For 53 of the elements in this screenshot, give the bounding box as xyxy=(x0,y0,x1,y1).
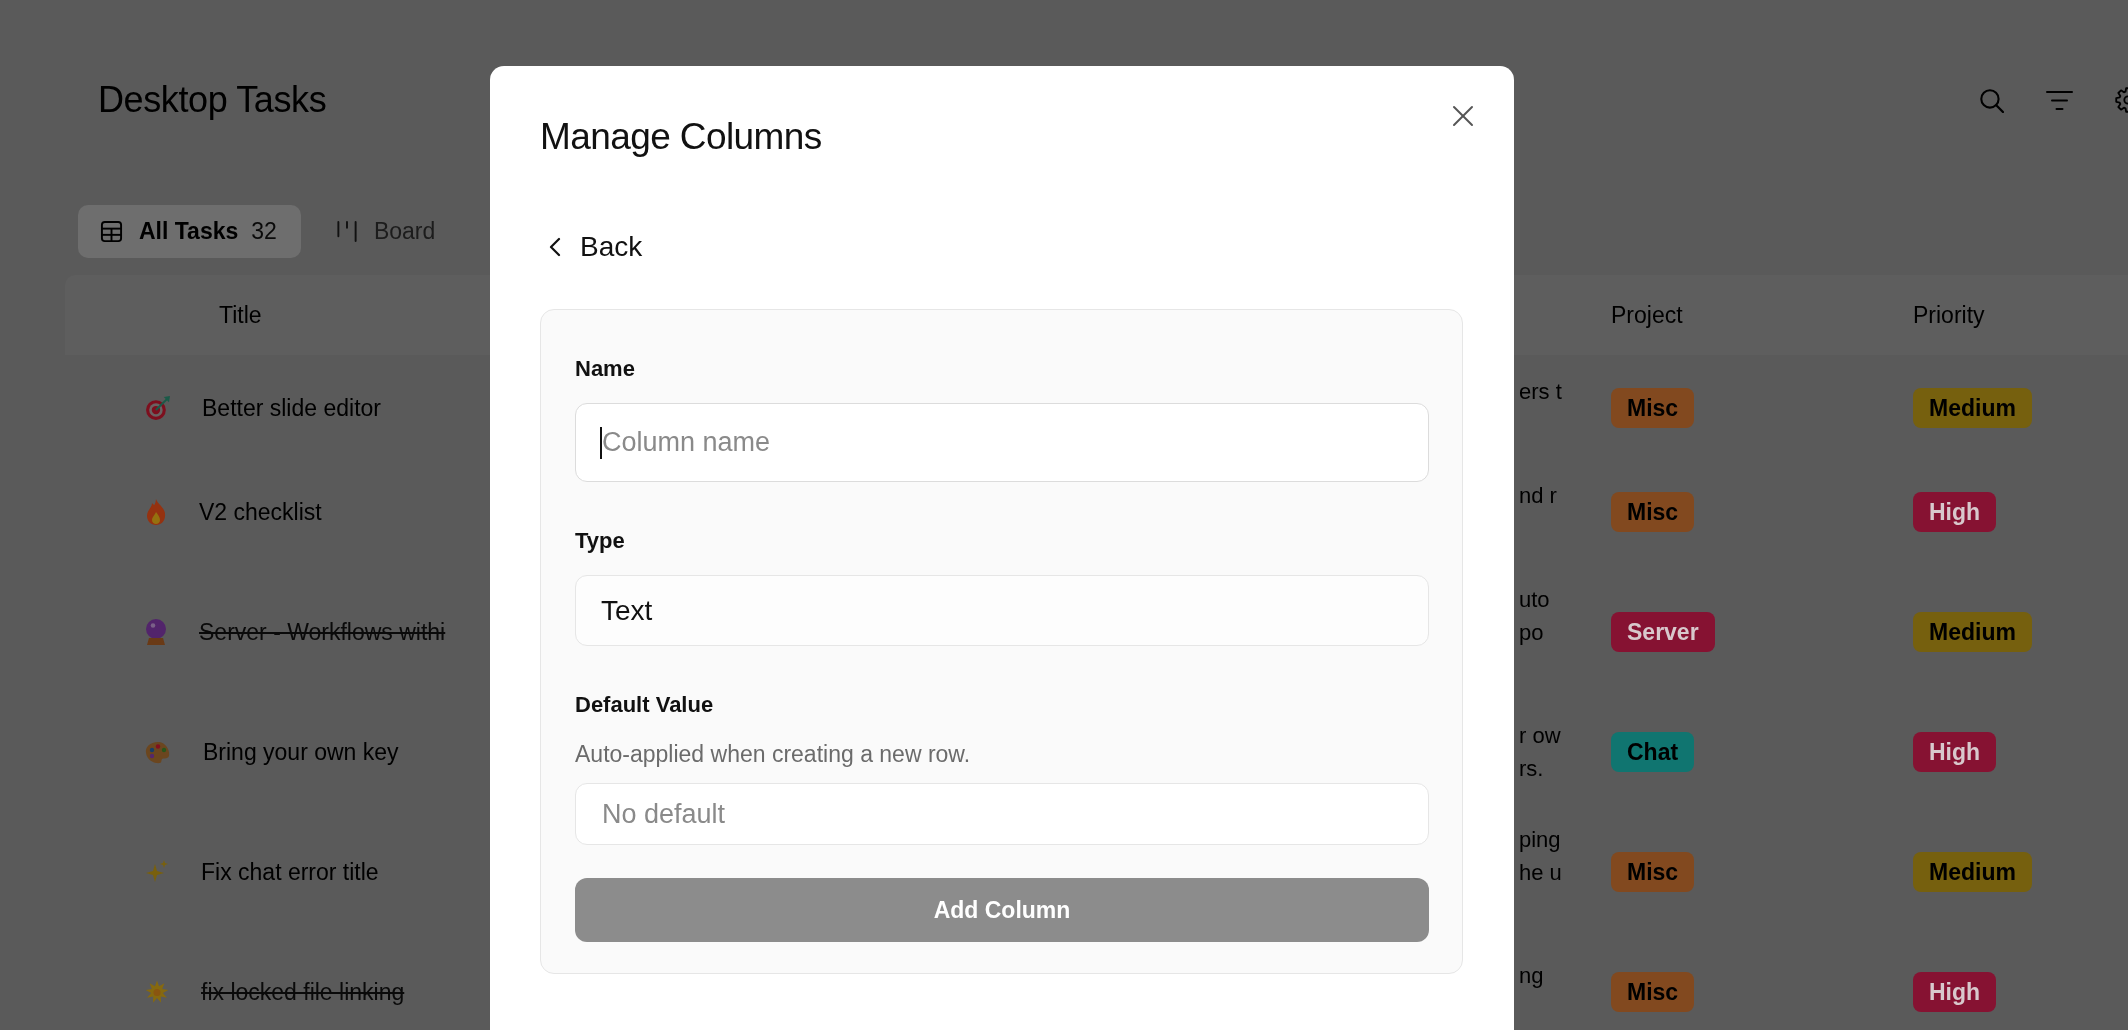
description-text: uto po xyxy=(1519,585,1551,647)
task-title: V2 checklist xyxy=(199,498,322,526)
task-title: Server - Workflows withi xyxy=(199,618,446,646)
back-button[interactable]: Back xyxy=(549,230,643,264)
text-input[interactable]: Column name xyxy=(575,403,1429,482)
text-input[interactable]: No default xyxy=(575,783,1429,845)
project-tag: Server xyxy=(1611,612,1715,652)
task-title: Fix chat error title xyxy=(201,858,379,886)
priority-tag: High xyxy=(1913,732,1997,772)
task-title: Bring your own key xyxy=(203,738,399,766)
dialog-title: Manage Columns xyxy=(540,115,822,159)
text-cursor-icon xyxy=(600,426,602,459)
column-header: Title xyxy=(218,301,263,329)
search-icon[interactable] xyxy=(1979,87,2004,113)
priority-tag: High xyxy=(1913,492,1997,532)
description-text: nd r xyxy=(1519,482,1558,510)
field-label: Name xyxy=(575,355,636,383)
description-text: ping he u xyxy=(1519,825,1563,887)
target-icon xyxy=(145,395,170,421)
filter-icon[interactable] xyxy=(2046,89,2073,111)
field-label: Type xyxy=(575,527,626,555)
priority-tag: Medium xyxy=(1913,612,2032,652)
description-text: ers t xyxy=(1519,378,1563,406)
task-title: fix locked file linking xyxy=(201,978,405,1006)
project-tag: Misc xyxy=(1611,388,1695,428)
columns-icon xyxy=(335,220,358,243)
field-hint: Auto-applied when creating a new row. xyxy=(575,740,972,769)
type-select[interactable]: Text xyxy=(575,575,1429,646)
project-tag: Misc xyxy=(1611,972,1695,1012)
column-header: Priority xyxy=(1913,301,1986,329)
description-text: ng xyxy=(1519,962,1545,990)
flame-icon xyxy=(145,499,167,525)
settings-icon[interactable] xyxy=(2115,87,2128,113)
column-header: Project xyxy=(1611,301,1684,329)
priority-tag: High xyxy=(1913,972,1997,1012)
crystal-ball-icon xyxy=(145,619,167,645)
view-tab[interactable]: All Tasks 32 xyxy=(78,205,301,258)
table-icon xyxy=(100,220,123,243)
starburst-icon xyxy=(145,980,169,1004)
description-text: r ow rs. xyxy=(1519,722,1562,783)
task-title: Better slide editor xyxy=(202,394,381,422)
tab-count: 32 xyxy=(251,218,277,245)
project-tag: Misc xyxy=(1611,852,1695,892)
project-tag: Chat xyxy=(1611,732,1695,772)
project-tag: Misc xyxy=(1611,492,1695,532)
page-title: Desktop Tasks xyxy=(98,78,327,122)
priority-tag: Medium xyxy=(1913,852,2032,892)
view-tab[interactable]: Board xyxy=(313,205,460,258)
chevron-left-icon xyxy=(549,237,561,257)
palette-icon xyxy=(145,740,171,764)
priority-tag: Medium xyxy=(1913,388,2032,428)
field-label: Default Value xyxy=(575,691,715,719)
close-icon[interactable] xyxy=(1452,105,1474,127)
